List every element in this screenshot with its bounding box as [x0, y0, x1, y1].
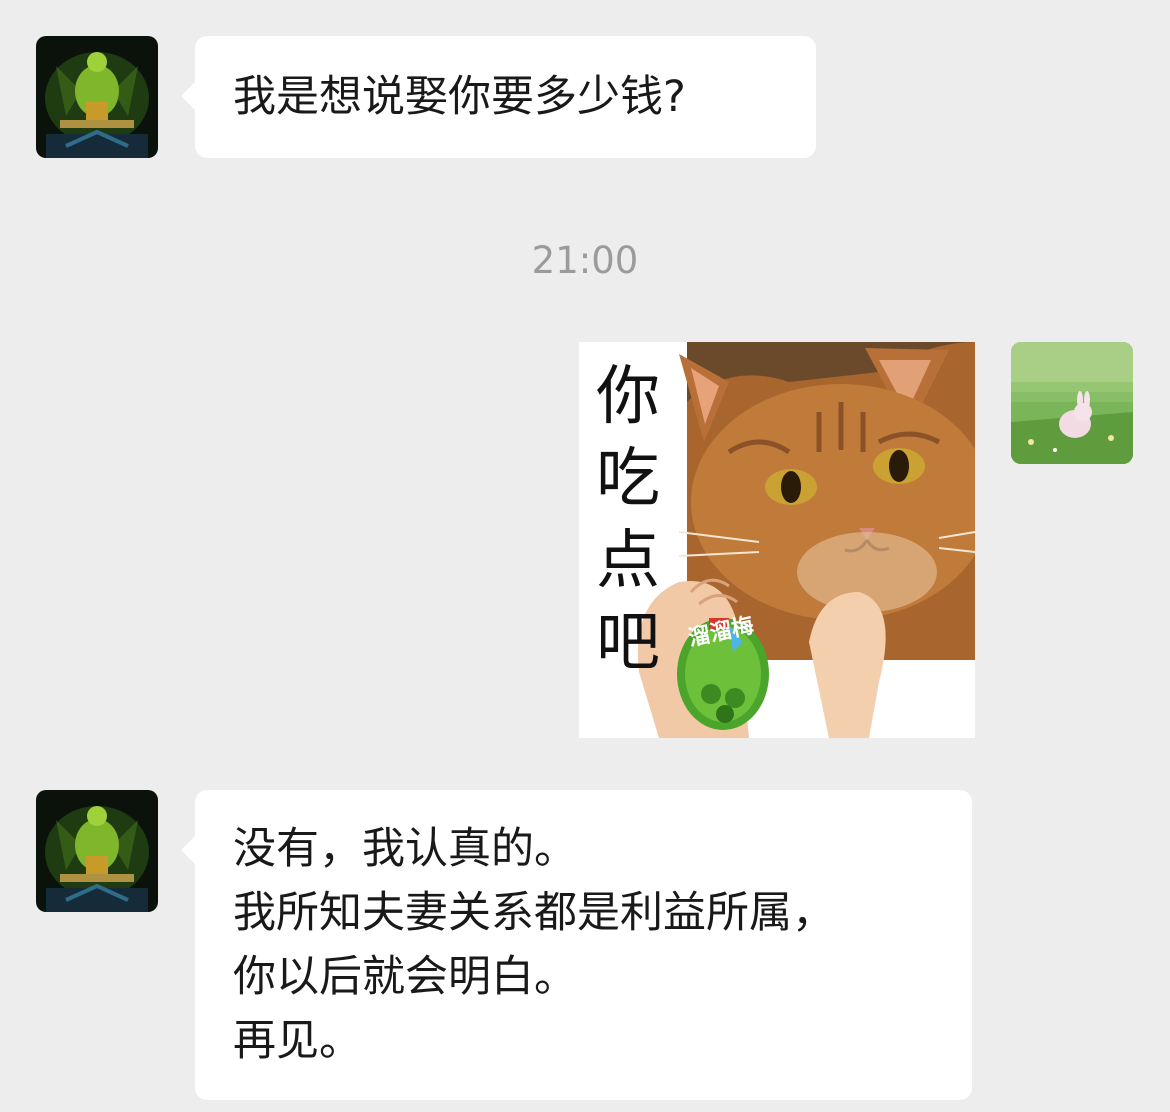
- self-avatar[interactable]: [1011, 342, 1133, 464]
- sticker-caption-char: 吃: [596, 442, 660, 516]
- sticker-caption-char: 点: [596, 524, 660, 598]
- message-text-line: 你以后就会明白。: [233, 952, 577, 1002]
- timestamp: 21:00: [531, 239, 639, 282]
- contact-avatar[interactable]: [36, 36, 158, 158]
- sticker-caption-char: 吧: [596, 606, 660, 680]
- dark-green-character-avatar-icon: [36, 36, 158, 158]
- message-text: 我是想说娶你要多少钱?: [233, 72, 686, 122]
- message-bubble[interactable]: 我是想说娶你要多少钱?: [181, 36, 816, 158]
- message-text-line: 没有，我认真的。: [233, 824, 577, 874]
- sticker-caption: 你 吃 点 吧: [593, 356, 663, 684]
- message-bubble[interactable]: 没有，我认真的。 我所知夫妻关系都是利益所属， 你以后就会明白。 再见。: [181, 790, 972, 1100]
- message-text-line: 再见。: [233, 1016, 362, 1066]
- contact-avatar[interactable]: [36, 790, 158, 912]
- sticker-caption-char: 你: [596, 360, 660, 434]
- meadow-rabbit-avatar-icon: [1011, 342, 1133, 464]
- sticker-image[interactable]: 你 吃 点 吧: [579, 342, 975, 738]
- dark-green-character-avatar-icon: [36, 790, 158, 912]
- message-text-line: 我所知夫妻关系都是利益所属，: [233, 888, 835, 938]
